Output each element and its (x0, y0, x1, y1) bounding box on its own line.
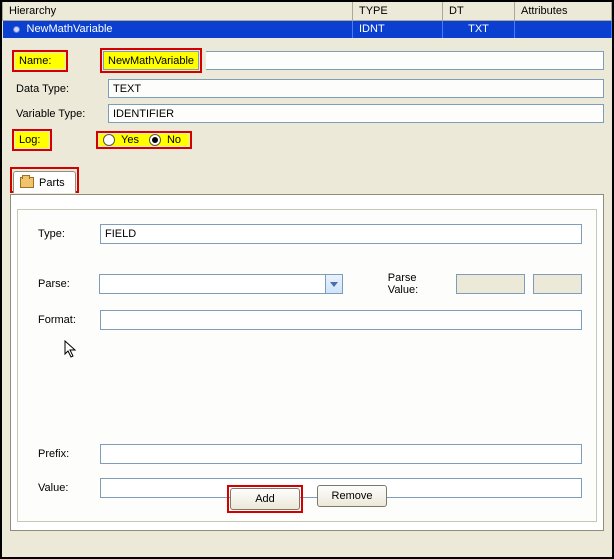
prefix-row: Prefix: (38, 444, 582, 464)
row-type: IDNT (353, 20, 443, 38)
col-type[interactable]: TYPE (353, 2, 443, 20)
type-row: Type: FIELD (38, 224, 582, 244)
row-attributes (515, 20, 612, 38)
parse-combo-box (99, 274, 325, 294)
log-radio-group: Yes No (99, 134, 189, 146)
app-window: Hierarchy TYPE DT Attributes NewMathVari… (0, 0, 614, 559)
remove-button[interactable]: Remove (317, 485, 387, 507)
log-label: Log: (15, 132, 49, 148)
log-yes-radio[interactable] (103, 134, 115, 146)
folder-icon (20, 177, 34, 188)
hierarchy-header-row: Hierarchy TYPE DT Attributes (3, 2, 612, 20)
prefix-label: Prefix: (38, 448, 92, 460)
button-row: Add Remove (18, 485, 596, 513)
tab-highlight: Parts (10, 167, 79, 193)
vartype-row: Variable Type: IDENTIFIER (12, 104, 604, 123)
col-hierarchy[interactable]: Hierarchy (3, 2, 353, 20)
log-row: Log: Yes No (12, 129, 604, 151)
vartype-field[interactable]: IDENTIFIER (108, 104, 604, 123)
hierarchy-row-selected[interactable]: NewMathVariable IDNT TXT (3, 20, 612, 38)
parse-value-field-1[interactable] (456, 274, 525, 294)
vartype-label: Variable Type: (12, 106, 104, 122)
hierarchy-table: Hierarchy TYPE DT Attributes NewMathVari… (2, 2, 612, 38)
name-label: Name: (15, 53, 65, 69)
name-field-ext[interactable] (206, 51, 604, 70)
row-dt: TXT (443, 20, 515, 38)
name-field[interactable]: NewMathVariable (103, 51, 199, 70)
type-label: Type: (38, 228, 92, 240)
form-area: Name: NewMathVariable Data Type: TEXT Va… (2, 38, 612, 161)
datatype-field[interactable]: TEXT (108, 79, 604, 98)
parts-inner: Type: FIELD Parse: Parse Value: Format: (17, 209, 597, 522)
format-label: Format: (38, 314, 92, 326)
tab-strip: Parts (10, 171, 604, 195)
name-row: Name: NewMathVariable (12, 48, 604, 73)
datatype-label: Data Type: (12, 81, 104, 97)
parse-row: Parse: Parse Value: (38, 272, 582, 296)
datatype-row: Data Type: TEXT (12, 79, 604, 98)
parts-panel: Type: FIELD Parse: Parse Value: Format: (10, 195, 604, 531)
row-name: NewMathVariable (27, 23, 113, 35)
parse-combo-button[interactable] (325, 274, 343, 294)
log-yes-label: Yes (121, 134, 139, 146)
parse-value-label: Parse Value: (388, 272, 449, 296)
parse-value-field-2[interactable] (533, 274, 582, 294)
format-field[interactable] (100, 310, 582, 330)
log-no-label: No (167, 134, 181, 146)
add-button[interactable]: Add (230, 488, 300, 510)
col-attributes[interactable]: Attributes (515, 2, 612, 20)
row-bullet-icon (13, 26, 20, 33)
parse-combo[interactable] (99, 274, 343, 294)
type-field[interactable]: FIELD (100, 224, 582, 244)
prefix-field[interactable] (100, 444, 582, 464)
chevron-down-icon (330, 282, 338, 287)
tab-parts-label: Parts (39, 177, 65, 189)
parse-label: Parse: (38, 278, 91, 290)
tab-parts[interactable]: Parts (13, 171, 76, 193)
col-dt[interactable]: DT (443, 2, 515, 20)
add-highlight: Add (227, 485, 303, 513)
format-row: Format: (38, 310, 582, 330)
log-no-radio[interactable] (149, 134, 161, 146)
